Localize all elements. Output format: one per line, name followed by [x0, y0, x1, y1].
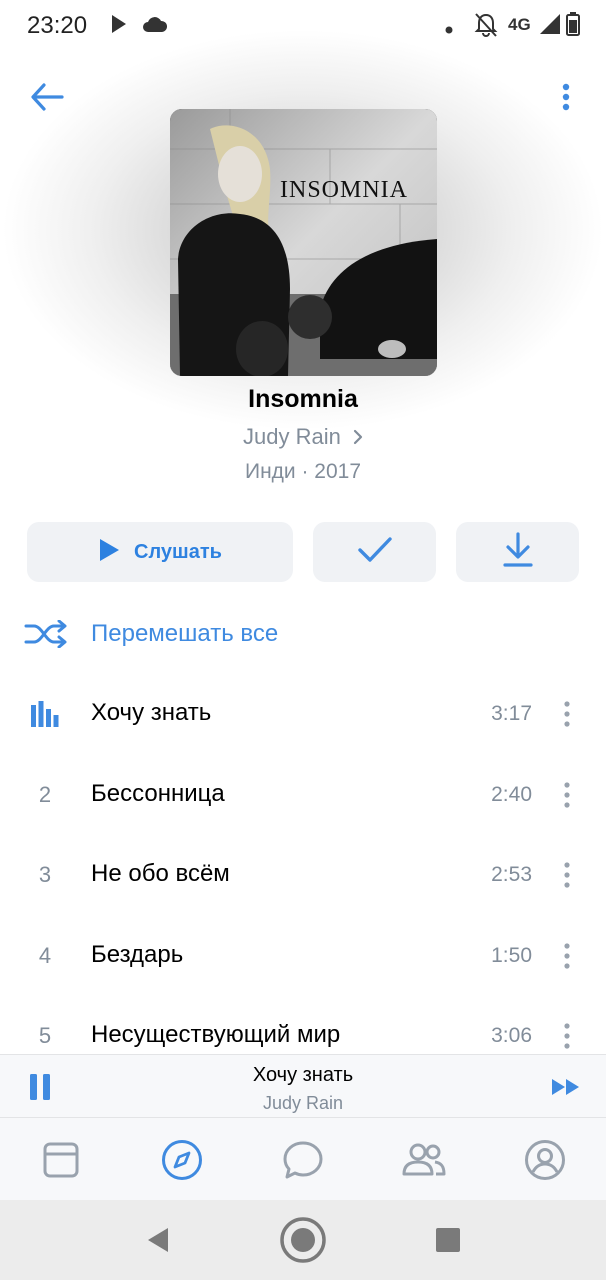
friends-icon: [402, 1143, 446, 1176]
messages-icon: [283, 1141, 323, 1179]
track-title: Не обо всём: [91, 860, 230, 887]
cloud-icon: [142, 15, 168, 38]
chevron-right-icon: [353, 425, 363, 451]
shuffle-all-label: Перемешать все: [91, 620, 279, 647]
track-row[interactable]: Хочу знать 3:17: [0, 674, 606, 754]
track-more-button[interactable]: [554, 857, 580, 893]
download-icon: [502, 531, 533, 573]
tab-bar: [0, 1118, 606, 1200]
album-cover: INSOMNIA: [170, 109, 437, 376]
next-button[interactable]: [546, 1071, 586, 1103]
genre-year: Инди · 2017: [244, 460, 362, 483]
profile-icon: [525, 1140, 565, 1180]
added-button[interactable]: [313, 522, 436, 582]
play-button[interactable]: Слушать: [27, 522, 293, 582]
status-bar: 23:20 4G: [0, 0, 606, 50]
signal-icon: [539, 13, 561, 40]
track-row[interactable]: 4 Бездарь 1:50: [0, 916, 606, 996]
track-duration: 3:17: [491, 702, 532, 725]
tab-messages[interactable]: [279, 1136, 327, 1184]
more-vertical-icon: [564, 701, 570, 727]
download-button[interactable]: [456, 522, 579, 582]
mini-player-title: Хочу знать: [252, 1064, 354, 1086]
play-button-label: Слушать: [134, 540, 222, 563]
track-more-button[interactable]: [554, 938, 580, 974]
track-row[interactable]: 2 Бессонница 2:40: [0, 755, 606, 835]
track-row[interactable]: 3 Не обо всём 2:53: [0, 835, 606, 915]
next-icon: [552, 1079, 579, 1095]
network-type: 4G: [508, 15, 531, 34]
track-duration: 2:53: [491, 863, 532, 886]
track-title: Бессонница: [91, 780, 225, 807]
track-more-button[interactable]: [554, 1018, 580, 1054]
album-cover-art: INSOMNIA: [170, 109, 437, 376]
more-options-button[interactable]: [550, 78, 582, 120]
artist-link[interactable]: Judy Rain: [0, 424, 606, 451]
shuffle-icon: [24, 619, 68, 653]
explore-icon: [162, 1140, 202, 1180]
battery-icon: [566, 12, 580, 41]
notifications-off-icon: [474, 12, 498, 43]
back-triangle-icon: [148, 1228, 168, 1252]
tab-explore[interactable]: [158, 1136, 206, 1184]
back-button[interactable]: [24, 78, 70, 120]
album-title: Insomnia: [248, 385, 358, 413]
more-vertical-icon: [564, 862, 570, 888]
system-recents-button[interactable]: [430, 1222, 466, 1258]
more-vertical-icon: [561, 83, 571, 116]
system-navigation-bar: [0, 1200, 606, 1280]
check-icon: [357, 536, 393, 569]
system-back-button[interactable]: [140, 1222, 176, 1258]
track-title: Хочу знать: [91, 699, 212, 726]
mini-player[interactable]: Хочу знать Judy Rain: [0, 1054, 606, 1118]
track-number: 3: [38, 862, 52, 887]
mini-player-artist: Judy Rain: [262, 1093, 344, 1113]
more-vertical-icon: [564, 782, 570, 808]
more-vertical-icon: [564, 1023, 570, 1049]
tab-news[interactable]: [37, 1136, 85, 1184]
dot-icon: [445, 21, 453, 39]
album-cover-text: INSOMNIA: [280, 177, 408, 203]
now-playing-icon: [31, 701, 59, 732]
home-circle-icon: [280, 1217, 326, 1263]
recents-square-icon: [436, 1228, 460, 1252]
tab-friends[interactable]: [400, 1136, 448, 1184]
back-arrow-icon: [30, 82, 64, 116]
track-number: 5: [38, 1023, 52, 1048]
news-icon: [43, 1142, 79, 1178]
track-more-button[interactable]: [554, 777, 580, 813]
track-number: 2: [38, 782, 52, 807]
track-duration: 1:50: [491, 944, 532, 967]
track-title: Несуществующий мир: [91, 1021, 341, 1048]
artist-name: Judy Rain: [243, 424, 341, 449]
track-duration: 2:40: [491, 783, 532, 806]
status-time: 23:20: [27, 12, 88, 39]
system-home-button[interactable]: [279, 1216, 327, 1264]
shuffle-all-button[interactable]: Перемешать все: [0, 602, 606, 664]
track-more-button[interactable]: [554, 696, 580, 732]
track-title: Бездарь: [91, 941, 184, 968]
more-vertical-icon: [564, 943, 570, 969]
track-duration: 3:06: [491, 1024, 532, 1047]
play-icon: [98, 538, 120, 567]
play-icon: [110, 14, 128, 39]
tab-profile[interactable]: [521, 1136, 569, 1184]
track-number: 4: [38, 943, 52, 968]
